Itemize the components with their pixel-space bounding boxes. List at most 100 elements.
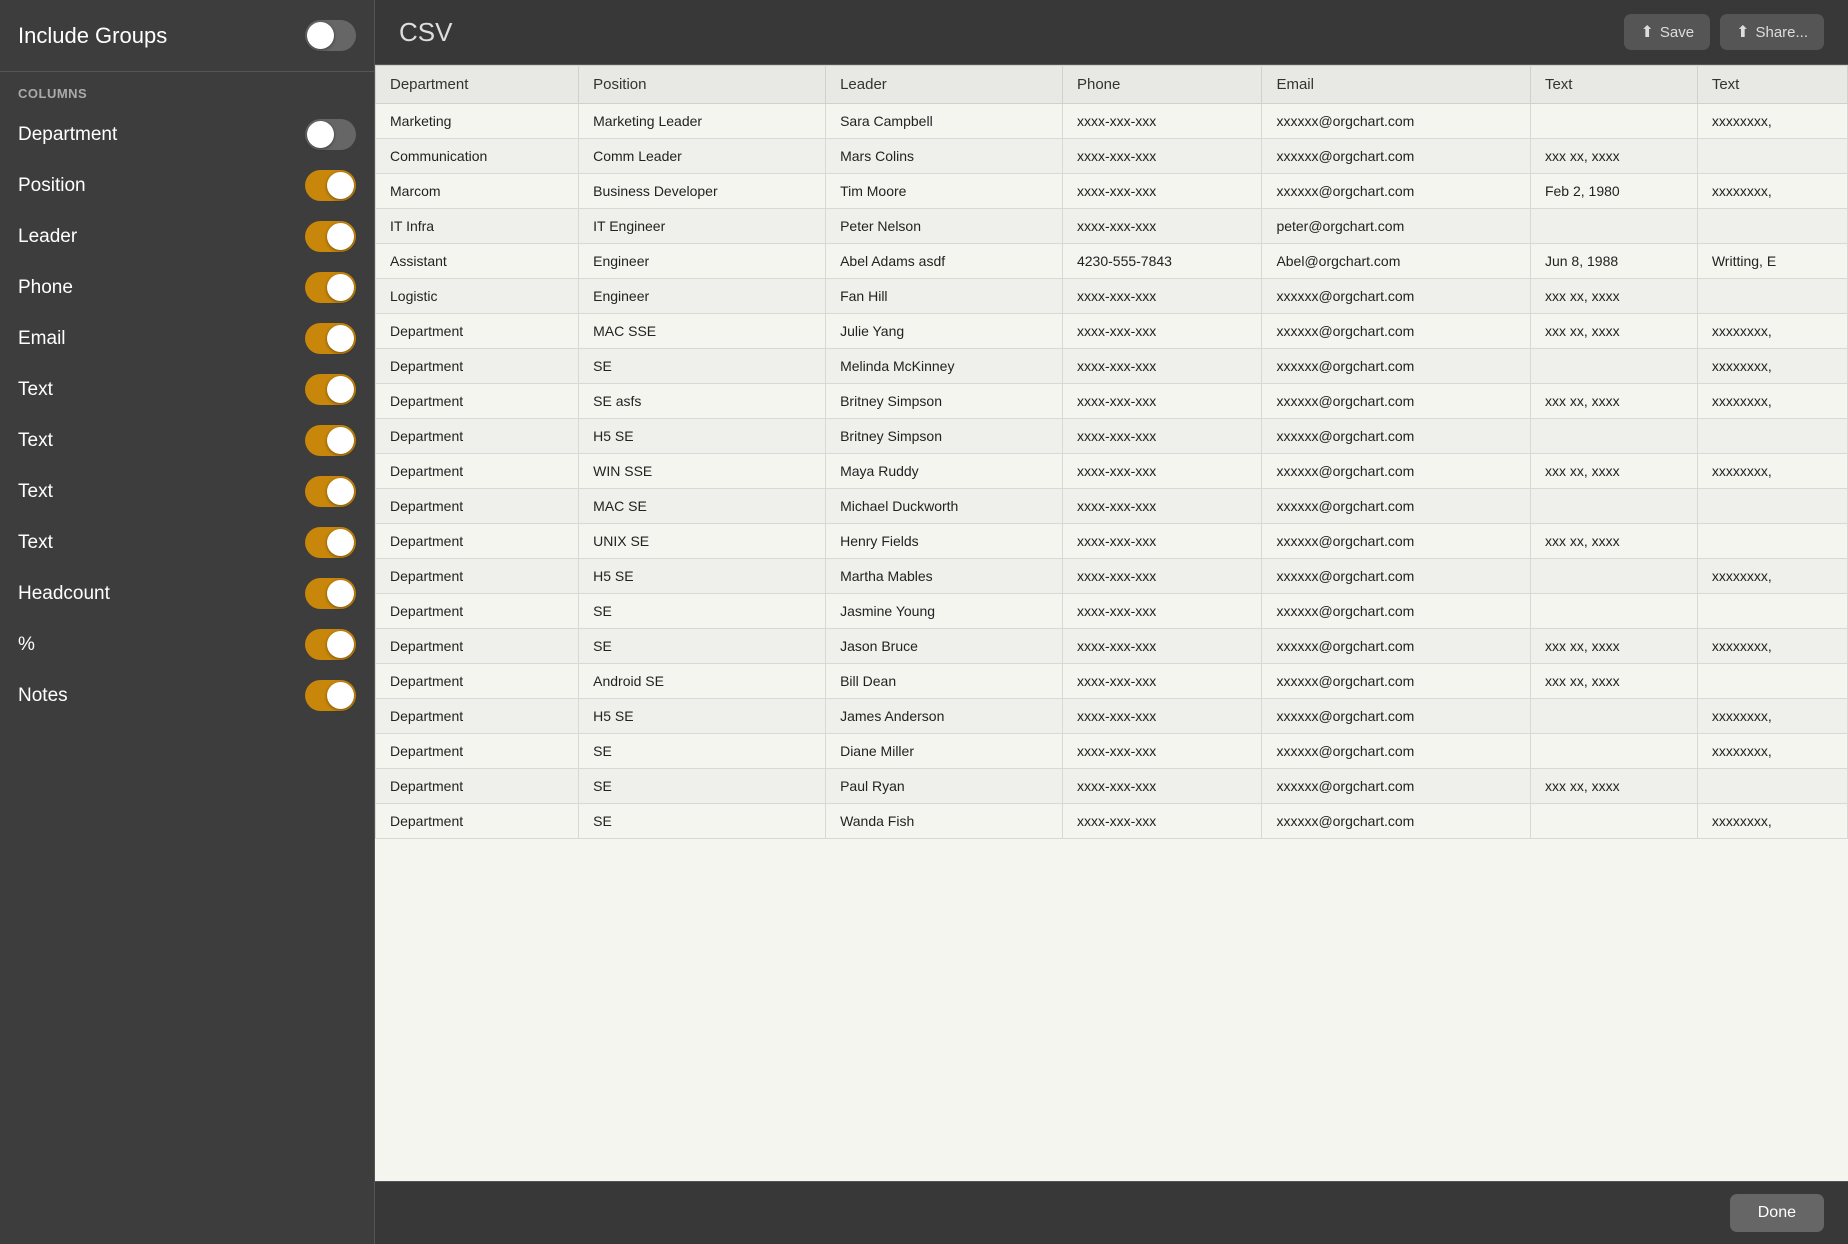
- table-cell: Mars Colins: [826, 139, 1063, 174]
- table-cell: xxx xx, xxxx: [1530, 139, 1697, 174]
- column-toggle[interactable]: [305, 527, 356, 558]
- table-cell: xxxx-xxx-xxx: [1062, 139, 1261, 174]
- table-cell: xxxxxx@orgchart.com: [1262, 104, 1531, 139]
- table-cell: SE: [579, 594, 826, 629]
- table-cell: Communication: [376, 139, 579, 174]
- table-header-cell: Text: [1530, 66, 1697, 104]
- table-cell: Tim Moore: [826, 174, 1063, 209]
- column-toggle[interactable]: [305, 221, 356, 252]
- share-button[interactable]: ⬆ Share...: [1720, 14, 1824, 50]
- column-toggle[interactable]: [305, 578, 356, 609]
- save-button[interactable]: ⬆ Save: [1624, 14, 1710, 50]
- toggle-knob: [327, 376, 354, 403]
- table-cell: xxxx-xxx-xxx: [1062, 104, 1261, 139]
- column-item: Email: [0, 313, 374, 364]
- column-item: Department: [0, 109, 374, 160]
- toggle-knob: [327, 172, 354, 199]
- table-cell: Henry Fields: [826, 524, 1063, 559]
- table-cell: WIN SSE: [579, 454, 826, 489]
- table-row: DepartmentMAC SEMichael Duckworthxxxx-xx…: [376, 489, 1848, 524]
- save-icon: ⬆: [1640, 22, 1653, 42]
- table-cell: xxxxxx@orgchart.com: [1262, 629, 1531, 664]
- table-cell: Department: [376, 524, 579, 559]
- table-cell: peter@orgchart.com: [1262, 209, 1531, 244]
- table-cell: xxxxxxxx,: [1697, 699, 1847, 734]
- table-cell: xxxx-xxx-xxx: [1062, 384, 1261, 419]
- table-cell: Department: [376, 804, 579, 839]
- table-cell: SE asfs: [579, 384, 826, 419]
- data-table: DepartmentPositionLeaderPhoneEmailTextTe…: [375, 65, 1848, 839]
- column-toggle[interactable]: [305, 170, 356, 201]
- table-cell: Marcom: [376, 174, 579, 209]
- toggle-knob: [327, 274, 354, 301]
- table-cell: Engineer: [579, 244, 826, 279]
- table-cell: xxx xx, xxxx: [1530, 454, 1697, 489]
- column-item: Text: [0, 466, 374, 517]
- column-toggle[interactable]: [305, 680, 356, 711]
- table-cell: xxxxxx@orgchart.com: [1262, 489, 1531, 524]
- table-cell: Assistant: [376, 244, 579, 279]
- table-cell: xxxxxx@orgchart.com: [1262, 559, 1531, 594]
- table-header-cell: Phone: [1062, 66, 1261, 104]
- column-toggle[interactable]: [305, 323, 356, 354]
- table-cell: Marketing Leader: [579, 104, 826, 139]
- column-toggle[interactable]: [305, 425, 356, 456]
- table-cell: [1530, 804, 1697, 839]
- table-cell: Department: [376, 699, 579, 734]
- table-cell: Department: [376, 769, 579, 804]
- column-toggle[interactable]: [305, 119, 356, 150]
- column-item-label: %: [18, 634, 35, 656]
- table-cell: Department: [376, 559, 579, 594]
- table-cell: Department: [376, 629, 579, 664]
- table-cell: UNIX SE: [579, 524, 826, 559]
- table-cell: Jasmine Young: [826, 594, 1063, 629]
- column-toggle[interactable]: [305, 272, 356, 303]
- table-row: DepartmentSEJason Brucexxxx-xxx-xxxxxxxx…: [376, 629, 1848, 664]
- table-cell: xxxxxx@orgchart.com: [1262, 314, 1531, 349]
- column-toggle[interactable]: [305, 629, 356, 660]
- table-cell: Logistic: [376, 279, 579, 314]
- table-cell: xxxxxx@orgchart.com: [1262, 419, 1531, 454]
- table-cell: Diane Miller: [826, 734, 1063, 769]
- toggle-knob: [307, 22, 334, 49]
- table-cell: [1697, 524, 1847, 559]
- table-cell: xxxx-xxx-xxx: [1062, 629, 1261, 664]
- table-cell: SE: [579, 629, 826, 664]
- table-cell: [1697, 769, 1847, 804]
- csv-title: CSV: [399, 17, 452, 48]
- done-button[interactable]: Done: [1730, 1194, 1824, 1232]
- columns-section-label: COLUMNS: [0, 72, 374, 109]
- header-buttons: ⬆ Save ⬆ Share...: [1624, 14, 1824, 50]
- include-groups-label: Include Groups: [18, 23, 167, 49]
- table-cell: Martha Mables: [826, 559, 1063, 594]
- table-cell: Department: [376, 489, 579, 524]
- table-cell: Michael Duckworth: [826, 489, 1063, 524]
- table-cell: SE: [579, 349, 826, 384]
- table-cell: [1530, 734, 1697, 769]
- table-cell: xxxx-xxx-xxx: [1062, 804, 1261, 839]
- table-cell: xxx xx, xxxx: [1530, 524, 1697, 559]
- column-toggle[interactable]: [305, 476, 356, 507]
- table-cell: Paul Ryan: [826, 769, 1063, 804]
- column-item: Phone: [0, 262, 374, 313]
- include-groups-toggle[interactable]: [305, 20, 356, 51]
- table-cell: [1530, 489, 1697, 524]
- table-row: DepartmentSEJasmine Youngxxxx-xxx-xxxxxx…: [376, 594, 1848, 629]
- toggle-knob: [327, 325, 354, 352]
- table-cell: Department: [376, 594, 579, 629]
- column-toggle[interactable]: [305, 374, 356, 405]
- table-cell: [1697, 279, 1847, 314]
- table-cell: xxxxxx@orgchart.com: [1262, 524, 1531, 559]
- table-row: CommunicationComm LeaderMars Colinsxxxx-…: [376, 139, 1848, 174]
- table-cell: xxxx-xxx-xxx: [1062, 174, 1261, 209]
- table-cell: Sara Campbell: [826, 104, 1063, 139]
- table-cell: [1697, 594, 1847, 629]
- table-cell: xxxxxx@orgchart.com: [1262, 804, 1531, 839]
- table-cell: [1530, 209, 1697, 244]
- table-cell: Britney Simpson: [826, 419, 1063, 454]
- column-list: DepartmentPositionLeaderPhoneEmailTextTe…: [0, 109, 374, 1244]
- table-cell: 4230-555-7843: [1062, 244, 1261, 279]
- table-cell: xxxxxx@orgchart.com: [1262, 139, 1531, 174]
- table-row: DepartmentUNIX SEHenry Fieldsxxxx-xxx-xx…: [376, 524, 1848, 559]
- toggle-knob: [327, 478, 354, 505]
